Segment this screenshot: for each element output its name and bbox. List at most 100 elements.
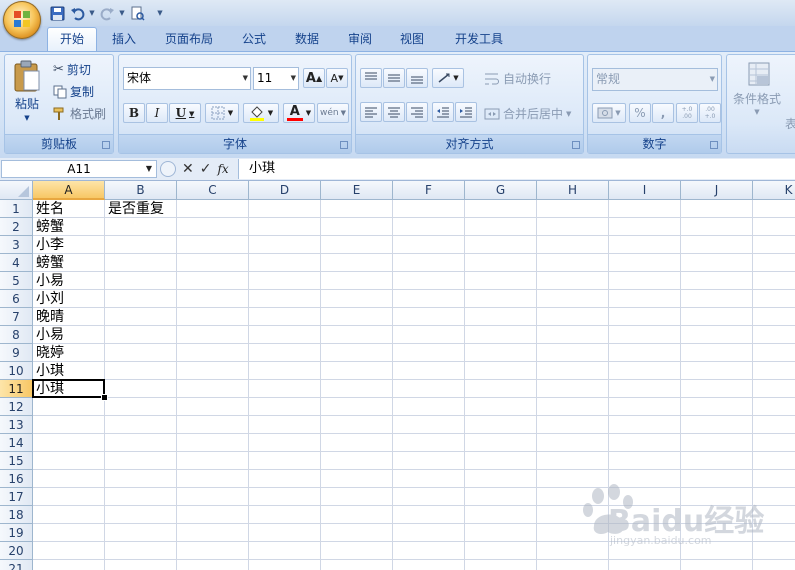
align-right-button[interactable] [406, 102, 428, 122]
font-dialog-launcher[interactable] [340, 141, 348, 149]
row-header-12[interactable]: 12 [0, 398, 33, 416]
number-dialog-launcher[interactable] [710, 141, 718, 149]
font-size-dropdown-arrow[interactable]: ▼ [291, 68, 296, 89]
row-header-5[interactable]: 5 [0, 272, 33, 290]
cell-B1[interactable]: 是否重复 [105, 200, 164, 218]
column-header-C[interactable]: C [177, 181, 249, 200]
row-header-18[interactable]: 18 [0, 506, 33, 524]
cell-A8[interactable]: 小易 [33, 326, 64, 344]
column-header-H[interactable]: H [537, 181, 609, 200]
middle-align-button[interactable] [383, 68, 405, 88]
bottom-align-button[interactable] [406, 68, 428, 88]
row-header-8[interactable]: 8 [0, 326, 33, 344]
conditional-formatting-button[interactable]: 条件格式 ▼ [731, 61, 783, 116]
phonetic-button[interactable]: wén ▼ [317, 103, 349, 123]
cell-A6[interactable]: 小刘 [33, 290, 64, 308]
orientation-button[interactable]: ▼ [432, 68, 464, 88]
merge-center-button[interactable]: 合并后居中 ▼ [484, 105, 571, 122]
row-header-21[interactable]: 21 [0, 560, 33, 570]
paste-button[interactable]: 粘贴 ▼ [9, 59, 45, 122]
align-center-button[interactable] [383, 102, 405, 122]
column-header-F[interactable]: F [393, 181, 465, 200]
tab-view[interactable]: 视图 [392, 28, 432, 51]
format-painter-button[interactable]: 格式刷 [53, 105, 106, 122]
undo-dropdown[interactable]: ▼ [88, 4, 96, 22]
cell-A4[interactable]: 螃蟹 [33, 254, 64, 272]
formula-input[interactable]: 小琪 [238, 159, 795, 179]
cell-A1[interactable]: 姓名 [33, 200, 64, 218]
customize-qat-dropdown[interactable]: ▼ [156, 4, 164, 22]
number-format-dropdown-arrow[interactable]: ▼ [710, 69, 715, 90]
percent-style-button[interactable]: % [629, 103, 651, 123]
name-box-dropdown-arrow[interactable]: ▼ [146, 161, 152, 177]
cell-A7[interactable]: 晚晴 [33, 308, 64, 326]
tab-formulas[interactable]: 公式 [232, 28, 276, 51]
cell-A5[interactable]: 小易 [33, 272, 64, 290]
font-name-combo[interactable]: 宋体 ▼ [123, 67, 251, 90]
row-header-11[interactable]: 11 [0, 380, 33, 398]
insert-function-icon[interactable]: fx [217, 162, 228, 176]
font-color-button[interactable]: A ▼ [283, 103, 315, 123]
copy-button[interactable]: 复制 [53, 83, 94, 100]
cancel-entry-icon[interactable]: ✕ [182, 161, 194, 177]
align-left-button[interactable] [360, 102, 382, 122]
row-header-14[interactable]: 14 [0, 434, 33, 452]
increase-indent-button[interactable] [455, 102, 477, 122]
wrap-text-button[interactable]: 自动换行 [484, 70, 551, 87]
cell-A10[interactable]: 小琪 [33, 362, 64, 380]
alignment-dialog-launcher[interactable] [572, 141, 580, 149]
font-name-dropdown-arrow[interactable]: ▼ [243, 68, 248, 89]
underline-button[interactable]: U ▼ [169, 103, 201, 123]
font-size-combo[interactable]: 11 ▼ [253, 67, 299, 90]
confirm-entry-icon[interactable]: ✓ [200, 161, 212, 177]
column-header-I[interactable]: I [609, 181, 681, 200]
column-header-B[interactable]: B [105, 181, 177, 200]
italic-button[interactable]: I [146, 103, 168, 123]
row-header-10[interactable]: 10 [0, 362, 33, 380]
column-header-K[interactable]: K [753, 181, 795, 200]
column-header-G[interactable]: G [465, 181, 537, 200]
row-header-20[interactable]: 20 [0, 542, 33, 560]
shrink-font-button[interactable]: A ▼ [326, 68, 348, 88]
tab-page-layout[interactable]: 页面布局 [158, 28, 220, 51]
row-header-15[interactable]: 15 [0, 452, 33, 470]
cut-button[interactable]: ✂ 剪切 [53, 61, 91, 78]
row-header-6[interactable]: 6 [0, 290, 33, 308]
redo-button[interactable] [98, 4, 116, 22]
row-header-7[interactable]: 7 [0, 308, 33, 326]
print-preview-button[interactable] [128, 4, 146, 22]
row-header-1[interactable]: 1 [0, 200, 33, 218]
column-header-D[interactable]: D [249, 181, 321, 200]
row-header-4[interactable]: 4 [0, 254, 33, 272]
row-header-19[interactable]: 19 [0, 524, 33, 542]
row-header-17[interactable]: 17 [0, 488, 33, 506]
row-header-9[interactable]: 9 [0, 344, 33, 362]
borders-button[interactable]: ▼ [205, 103, 239, 123]
fill-color-button[interactable]: ▼ [243, 103, 279, 123]
decrease-indent-button[interactable] [432, 102, 454, 122]
increase-decimal-button[interactable]: +.0 .00 [676, 103, 698, 123]
row-header-13[interactable]: 13 [0, 416, 33, 434]
column-header-J[interactable]: J [681, 181, 753, 200]
clipboard-dialog-launcher[interactable] [102, 141, 110, 149]
tab-insert[interactable]: 插入 [100, 28, 148, 51]
select-all-corner[interactable] [0, 181, 33, 200]
row-header-2[interactable]: 2 [0, 218, 33, 236]
office-button[interactable] [3, 1, 41, 39]
row-header-3[interactable]: 3 [0, 236, 33, 254]
format-as-table-button[interactable]: 表 [785, 115, 795, 132]
number-format-combo[interactable]: 常规 ▼ [592, 68, 718, 91]
bold-button[interactable]: B [123, 103, 145, 123]
tab-review[interactable]: 审阅 [340, 28, 380, 51]
active-cell-border[interactable] [32, 379, 105, 398]
save-button[interactable] [48, 4, 66, 22]
row-header-16[interactable]: 16 [0, 470, 33, 488]
tab-data[interactable]: 数据 [287, 28, 327, 51]
decrease-decimal-button[interactable]: .00 +.0 [699, 103, 721, 123]
cell-A2[interactable]: 螃蟹 [33, 218, 64, 236]
column-header-A[interactable]: A [33, 181, 105, 200]
cell-A9[interactable]: 晓婷 [33, 344, 64, 362]
tab-home[interactable]: 开始 [47, 27, 97, 52]
fill-handle[interactable] [101, 394, 108, 401]
grow-font-button[interactable]: A ▲ [303, 68, 325, 88]
